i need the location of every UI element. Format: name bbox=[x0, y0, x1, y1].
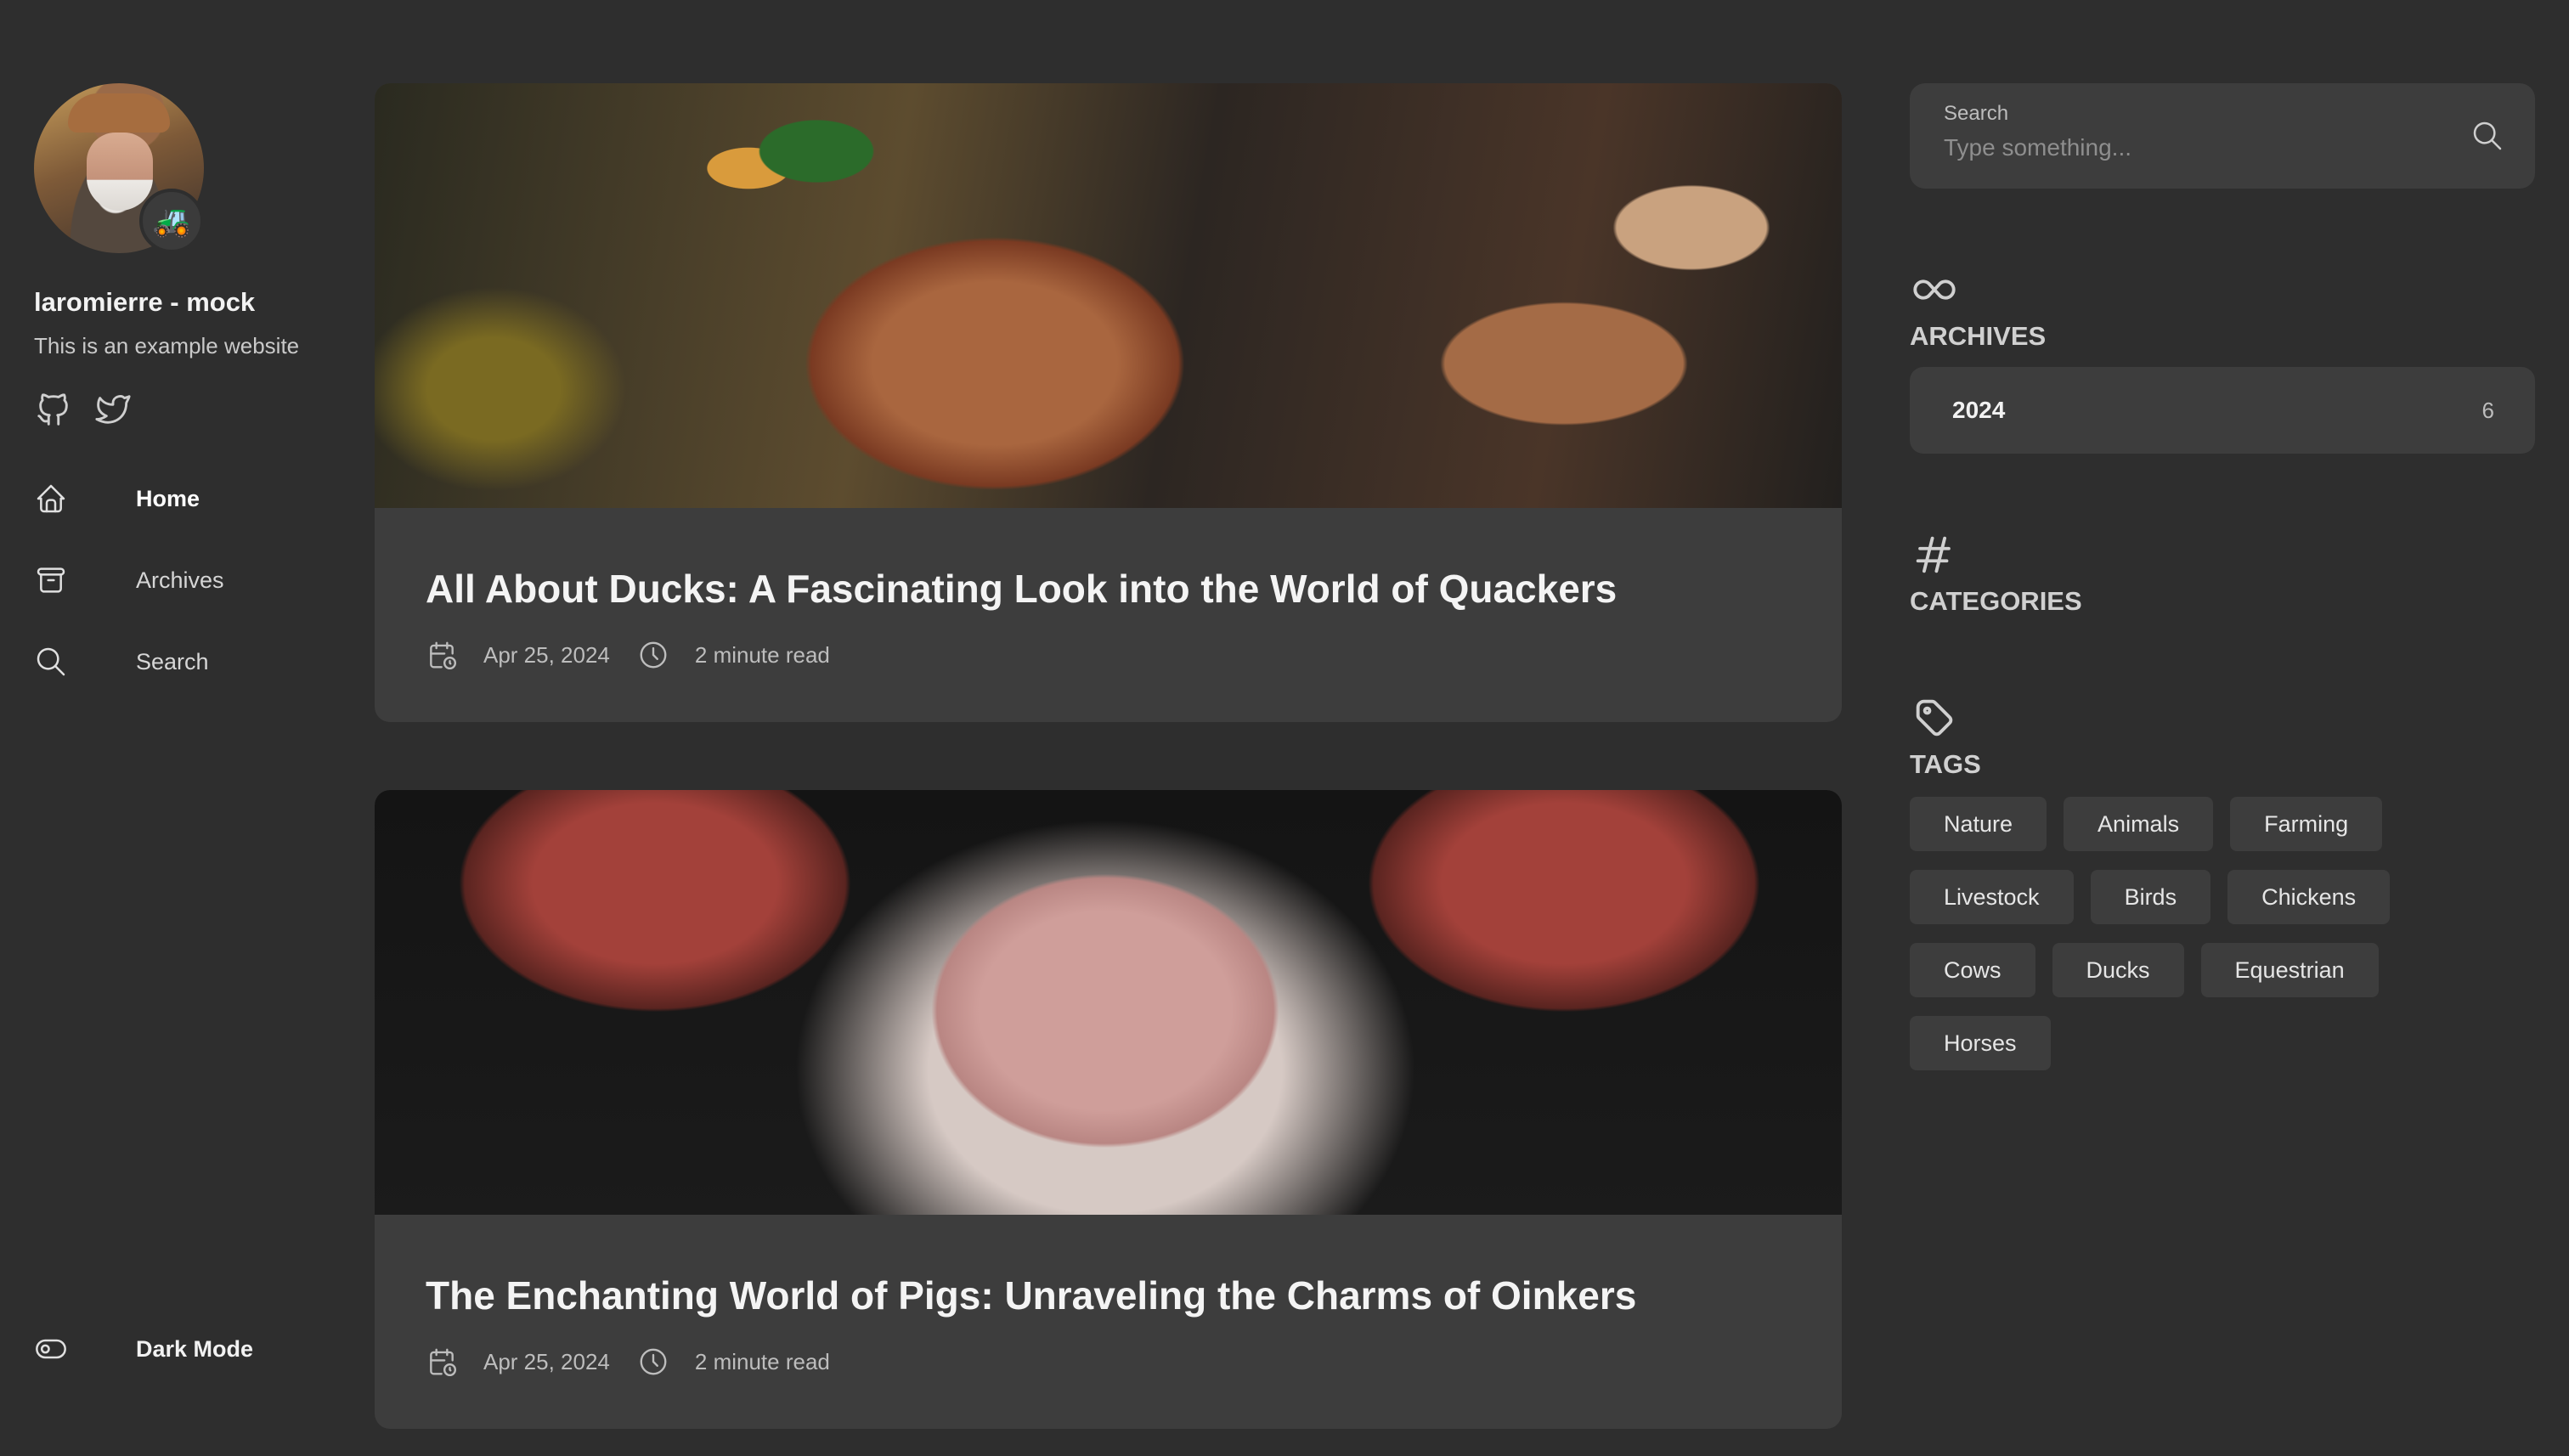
post-title[interactable]: All About Ducks: A Fascinating Look into… bbox=[426, 566, 1791, 612]
nav-item-home[interactable]: Home bbox=[34, 458, 340, 539]
toggle-icon bbox=[36, 1339, 66, 1359]
tag-farming[interactable]: Farming bbox=[2230, 797, 2383, 851]
post-list: All About Ducks: A Fascinating Look into… bbox=[375, 83, 1842, 1456]
post-image-pig[interactable] bbox=[375, 790, 1842, 1215]
post-card[interactable]: The Enchanting World of Pigs: Unraveling… bbox=[375, 790, 1842, 1429]
avatar-hat bbox=[68, 93, 170, 133]
clock-icon bbox=[640, 1348, 667, 1375]
post-date: Apr 25, 2024 bbox=[483, 1348, 610, 1374]
tags-section: TAGS Nature Animals Farming Livestock Bi… bbox=[1910, 693, 2535, 1070]
search-icon[interactable] bbox=[2470, 119, 2504, 153]
categories-section: CATEGORIES bbox=[1910, 530, 2535, 617]
calendar-icon bbox=[430, 1348, 457, 1377]
search-widget: Search bbox=[1910, 83, 2535, 189]
dark-mode-toggle[interactable]: Dark Mode bbox=[34, 1332, 253, 1366]
home-icon bbox=[37, 484, 65, 513]
nav-label-search: Search bbox=[136, 648, 209, 674]
post-title[interactable]: The Enchanting World of Pigs: Unraveling… bbox=[426, 1273, 1791, 1318]
tag-list: Nature Animals Farming Livestock Birds C… bbox=[1910, 797, 2419, 1070]
archive-year-row[interactable]: 2024 6 bbox=[1910, 367, 2535, 454]
post-meta: Apr 25, 2024 2 minute read bbox=[426, 639, 1791, 671]
archive-year: 2024 bbox=[1952, 397, 2006, 423]
tag-icon bbox=[1916, 699, 1953, 736]
tag-chickens[interactable]: Chickens bbox=[2227, 870, 2391, 924]
site-description: This is an example website bbox=[34, 333, 300, 358]
tag-birds[interactable]: Birds bbox=[2090, 870, 2211, 924]
post-image-duck[interactable] bbox=[375, 83, 1842, 508]
site-title[interactable]: laromierre - mock bbox=[34, 287, 340, 318]
search-icon bbox=[37, 647, 65, 676]
tractor-icon: 🚜 bbox=[139, 189, 204, 253]
main-nav: Home Archives Search bbox=[34, 458, 340, 703]
post-meta: Apr 25, 2024 2 minute read bbox=[426, 1346, 1791, 1378]
right-sidebar: Search ARCHIVES 2024 6 CATEGORIES TAGS N… bbox=[1910, 83, 2535, 1070]
archives-title: ARCHIVES bbox=[1910, 321, 2047, 351]
tag-livestock[interactable]: Livestock bbox=[1910, 870, 2074, 924]
clock-icon bbox=[640, 641, 667, 669]
hash-icon bbox=[1916, 536, 1951, 573]
post-read-time: 2 minute read bbox=[694, 1348, 830, 1374]
tag-equestrian[interactable]: Equestrian bbox=[2200, 943, 2379, 997]
calendar-icon bbox=[430, 641, 457, 670]
archives-section: ARCHIVES 2024 6 bbox=[1910, 265, 2535, 454]
post-body: All About Ducks: A Fascinating Look into… bbox=[375, 508, 1842, 671]
tag-cows[interactable]: Cows bbox=[1910, 943, 2035, 997]
tag-animals[interactable]: Animals bbox=[2064, 797, 2214, 851]
left-sidebar: 🚜 laromierre - mock This is an example w… bbox=[34, 83, 340, 1408]
tags-title: TAGS bbox=[1910, 749, 1981, 779]
infinity-icon bbox=[1913, 279, 1956, 300]
search-label: Search bbox=[1944, 102, 2009, 125]
tag-horses[interactable]: Horses bbox=[1910, 1016, 2051, 1070]
twitter-icon[interactable] bbox=[93, 390, 133, 429]
archive-count: 6 bbox=[2481, 397, 2494, 423]
categories-title: CATEGORIES bbox=[1910, 586, 2082, 616]
github-icon[interactable] bbox=[34, 390, 73, 429]
nav-item-search[interactable]: Search bbox=[34, 621, 340, 703]
avatar-face bbox=[87, 133, 153, 211]
social-links bbox=[34, 390, 340, 429]
post-read-time: 2 minute read bbox=[694, 641, 830, 668]
nav-label-home: Home bbox=[136, 485, 200, 511]
archive-icon bbox=[37, 567, 65, 593]
tag-ducks[interactable]: Ducks bbox=[2052, 943, 2184, 997]
post-date: Apr 25, 2024 bbox=[483, 641, 610, 668]
nav-item-archives[interactable]: Archives bbox=[34, 539, 340, 621]
post-card[interactable]: All About Ducks: A Fascinating Look into… bbox=[375, 83, 1842, 722]
avatar[interactable]: 🚜 bbox=[34, 83, 204, 253]
post-body: The Enchanting World of Pigs: Unraveling… bbox=[375, 1215, 1842, 1378]
nav-label-archives: Archives bbox=[136, 567, 224, 593]
dark-mode-label: Dark Mode bbox=[136, 1335, 254, 1362]
tag-nature[interactable]: Nature bbox=[1910, 797, 2047, 851]
search-input[interactable] bbox=[1944, 134, 2453, 161]
